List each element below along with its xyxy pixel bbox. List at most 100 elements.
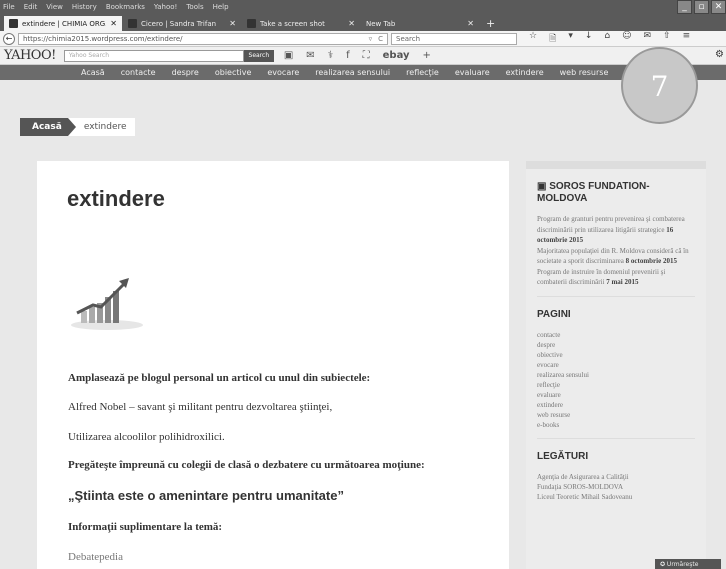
debate-motion: „Ştiinta este o amenintare pentru umanit… xyxy=(68,488,344,503)
close-tab-icon[interactable]: ✕ xyxy=(467,19,474,28)
menu-file[interactable]: File xyxy=(3,3,15,11)
finance-icon[interactable]: ⛶ xyxy=(363,50,370,61)
nav-item-despre[interactable]: despre xyxy=(172,68,199,77)
legaturi-list: Agenţia de Asigurarea a Calităţii Fundaţ… xyxy=(537,472,695,502)
content-line: Amplasează pe blogul personal un articol… xyxy=(68,372,371,384)
menu-bookmarks[interactable]: Bookmarks xyxy=(106,3,145,11)
legaturi-widget-title: LEGĂTURI xyxy=(537,450,589,462)
menu-view[interactable]: View xyxy=(46,3,63,11)
close-window-icon[interactable]: ✕ xyxy=(711,0,726,14)
mail-icon[interactable]: ✉ xyxy=(306,50,314,61)
pocket-icon[interactable]: ▾ xyxy=(568,31,573,47)
yahoo-logo[interactable]: YAHOO! xyxy=(4,48,56,63)
download-icon[interactable]: ↓ xyxy=(585,31,593,47)
page-link[interactable]: reflecţie xyxy=(537,380,695,390)
pagini-widget: PAGINI contacte despre obiective evocare… xyxy=(526,297,706,439)
nav-item-realizarea-sensului[interactable]: realizarea sensului xyxy=(315,68,390,77)
reload-icon[interactable]: C xyxy=(378,35,383,43)
legaturi-widget: LEGĂTURI Agenţia de Asigurarea a Calităţ… xyxy=(526,439,706,502)
nav-item-acasa[interactable]: Acasă xyxy=(81,68,105,77)
breadcrumb-home[interactable]: Acasă xyxy=(20,118,76,136)
info-heading: Informaţii suplimentare la temă: xyxy=(68,521,223,533)
weather-icon[interactable]: ⚕ xyxy=(328,50,333,61)
reading-list-icon[interactable]: 🗎 xyxy=(549,31,556,47)
menu-yahoo[interactable]: Yahoo! xyxy=(154,3,177,11)
news-icon[interactable]: ▣ xyxy=(284,50,293,61)
grid-favicon-icon xyxy=(247,19,256,28)
close-tab-icon[interactable]: ✕ xyxy=(110,19,117,28)
post-link[interactable]: Program de instruire în domeniul preveni… xyxy=(537,268,665,287)
page-link[interactable]: web resurse xyxy=(537,410,695,420)
hamburger-menu-icon[interactable]: ≡ xyxy=(683,31,691,47)
step-number-badge: 7 xyxy=(621,47,698,124)
facebook-icon[interactable]: f xyxy=(346,50,350,61)
page-link[interactable]: evaluare xyxy=(537,390,695,400)
nav-item-reflectie[interactable]: reflecţie xyxy=(406,68,439,77)
menu-edit[interactable]: Edit xyxy=(24,3,38,11)
sidebar: ▣ SOROS FUNDATION-MOLDOVA Program de gra… xyxy=(526,161,706,569)
home-icon[interactable]: ⌂ xyxy=(604,31,610,47)
minimize-icon[interactable]: _ xyxy=(677,0,692,14)
nav-item-evocare[interactable]: evocare xyxy=(267,68,299,77)
tab-title: extindere | CHIMIA ORG... xyxy=(22,19,107,28)
maximize-icon[interactable]: ▫ xyxy=(694,0,709,14)
soros-widget-title: ▣ SOROS FUNDATION-MOLDOVA xyxy=(537,181,695,205)
page-link[interactable]: extindere xyxy=(537,400,695,410)
nav-item-web-resurse[interactable]: web resurse xyxy=(560,68,609,77)
tab-new[interactable]: New Tab ✕ xyxy=(361,16,479,31)
yahoo-toolbar: YAHOO! Yahoo Search Search ▣ ✉ ⚕ f ⛶ eba… xyxy=(0,47,726,65)
hello-icon[interactable]: ☺ xyxy=(622,31,631,47)
gear-icon[interactable]: ⚙ xyxy=(715,49,724,60)
share-icon[interactable]: ⇧ xyxy=(663,31,671,47)
page-link[interactable]: contacte xyxy=(537,330,695,340)
mail-icon[interactable]: ✉ xyxy=(644,31,652,47)
tab-screenshot[interactable]: Take a screen shot ✕ xyxy=(242,16,360,31)
bookmark-star-icon[interactable]: ☆ xyxy=(529,31,537,47)
url-bar[interactable]: https://chimia2015.wordpress.com/extinde… xyxy=(18,32,388,45)
yahoo-search-input[interactable]: Yahoo Search xyxy=(63,49,244,62)
nav-item-obiective[interactable]: obiective xyxy=(215,68,252,77)
follow-button[interactable]: ✪ Urmăreşte xyxy=(655,559,721,569)
page-link[interactable]: despre xyxy=(537,340,695,350)
yahoo-tools: ▣ ✉ ⚕ f ⛶ ebay + xyxy=(284,50,444,61)
yahoo-search-button[interactable]: Search xyxy=(243,49,274,62)
toolbar-icons: ☆ 🗎 ▾ ↓ ⌂ ☺ ✉ ⇧ ≡ xyxy=(529,31,702,47)
menu-help[interactable]: Help xyxy=(213,3,229,11)
content-line: Alfred Nobel – savant şi militant pentru… xyxy=(68,401,333,413)
menu-tools[interactable]: Tools xyxy=(186,3,203,11)
close-tab-icon[interactable]: ✕ xyxy=(229,19,236,28)
soros-post-list: Program de granturi pentru prevenirea şi… xyxy=(537,214,695,288)
post-link[interactable]: Program de granturi pentru prevenirea şi… xyxy=(537,215,685,234)
close-tab-icon[interactable]: ✕ xyxy=(348,19,355,28)
back-arrow-icon[interactable]: ← xyxy=(3,32,15,45)
external-link[interactable]: Agenţia de Asigurarea a Calităţii xyxy=(537,472,695,482)
navigation-bar: ← https://chimia2015.wordpress.com/extin… xyxy=(0,31,726,47)
app-menubar: File Edit View History Bookmarks Yahoo! … xyxy=(0,0,726,14)
post-date: 7 mai 2015 xyxy=(606,278,639,286)
tab-cicero[interactable]: Cicero | Sandra Trifan ✕ xyxy=(123,16,241,31)
new-tab-button[interactable]: + xyxy=(480,16,495,31)
external-link[interactable]: Fundaţia SOROS-MOLDOVA xyxy=(537,482,695,492)
external-link[interactable]: Liceul Teoretic Mihail Sadoveanu xyxy=(537,492,695,502)
url-dropdown-icon[interactable]: ▿ xyxy=(369,35,373,43)
page-title: extindere xyxy=(67,186,165,211)
rss-icon: ▣ xyxy=(537,181,550,192)
page-link[interactable]: evocare xyxy=(537,360,695,370)
browser-search-input[interactable]: Search xyxy=(391,32,517,45)
content-line: Utilizarea alcoolilor polihidroxilici. xyxy=(68,431,225,443)
nav-item-evaluare[interactable]: evaluare xyxy=(455,68,490,77)
add-icon[interactable]: + xyxy=(423,50,431,61)
nav-item-extindere[interactable]: extindere xyxy=(506,68,544,77)
nav-item-contacte[interactable]: contacte xyxy=(121,68,156,77)
widget-title-text: SOROS FUNDATION-MOLDOVA xyxy=(537,181,650,204)
tab-extindere[interactable]: extindere | CHIMIA ORG... ✕ xyxy=(4,16,122,31)
page-link[interactable]: realizarea sensului xyxy=(537,370,695,380)
tab-title: Cicero | Sandra Trifan xyxy=(141,19,217,28)
menu-history[interactable]: History xyxy=(72,3,97,11)
page-link[interactable]: obiective xyxy=(537,350,695,360)
tab-title: New Tab xyxy=(366,19,396,28)
ebay-icon[interactable]: ebay xyxy=(383,50,410,61)
site-navigation: Acasă contacte despre obiective evocare … xyxy=(0,65,726,80)
page-link[interactable]: e-books xyxy=(537,420,695,430)
debatepedia-link[interactable]: Debatepedia xyxy=(68,551,123,563)
